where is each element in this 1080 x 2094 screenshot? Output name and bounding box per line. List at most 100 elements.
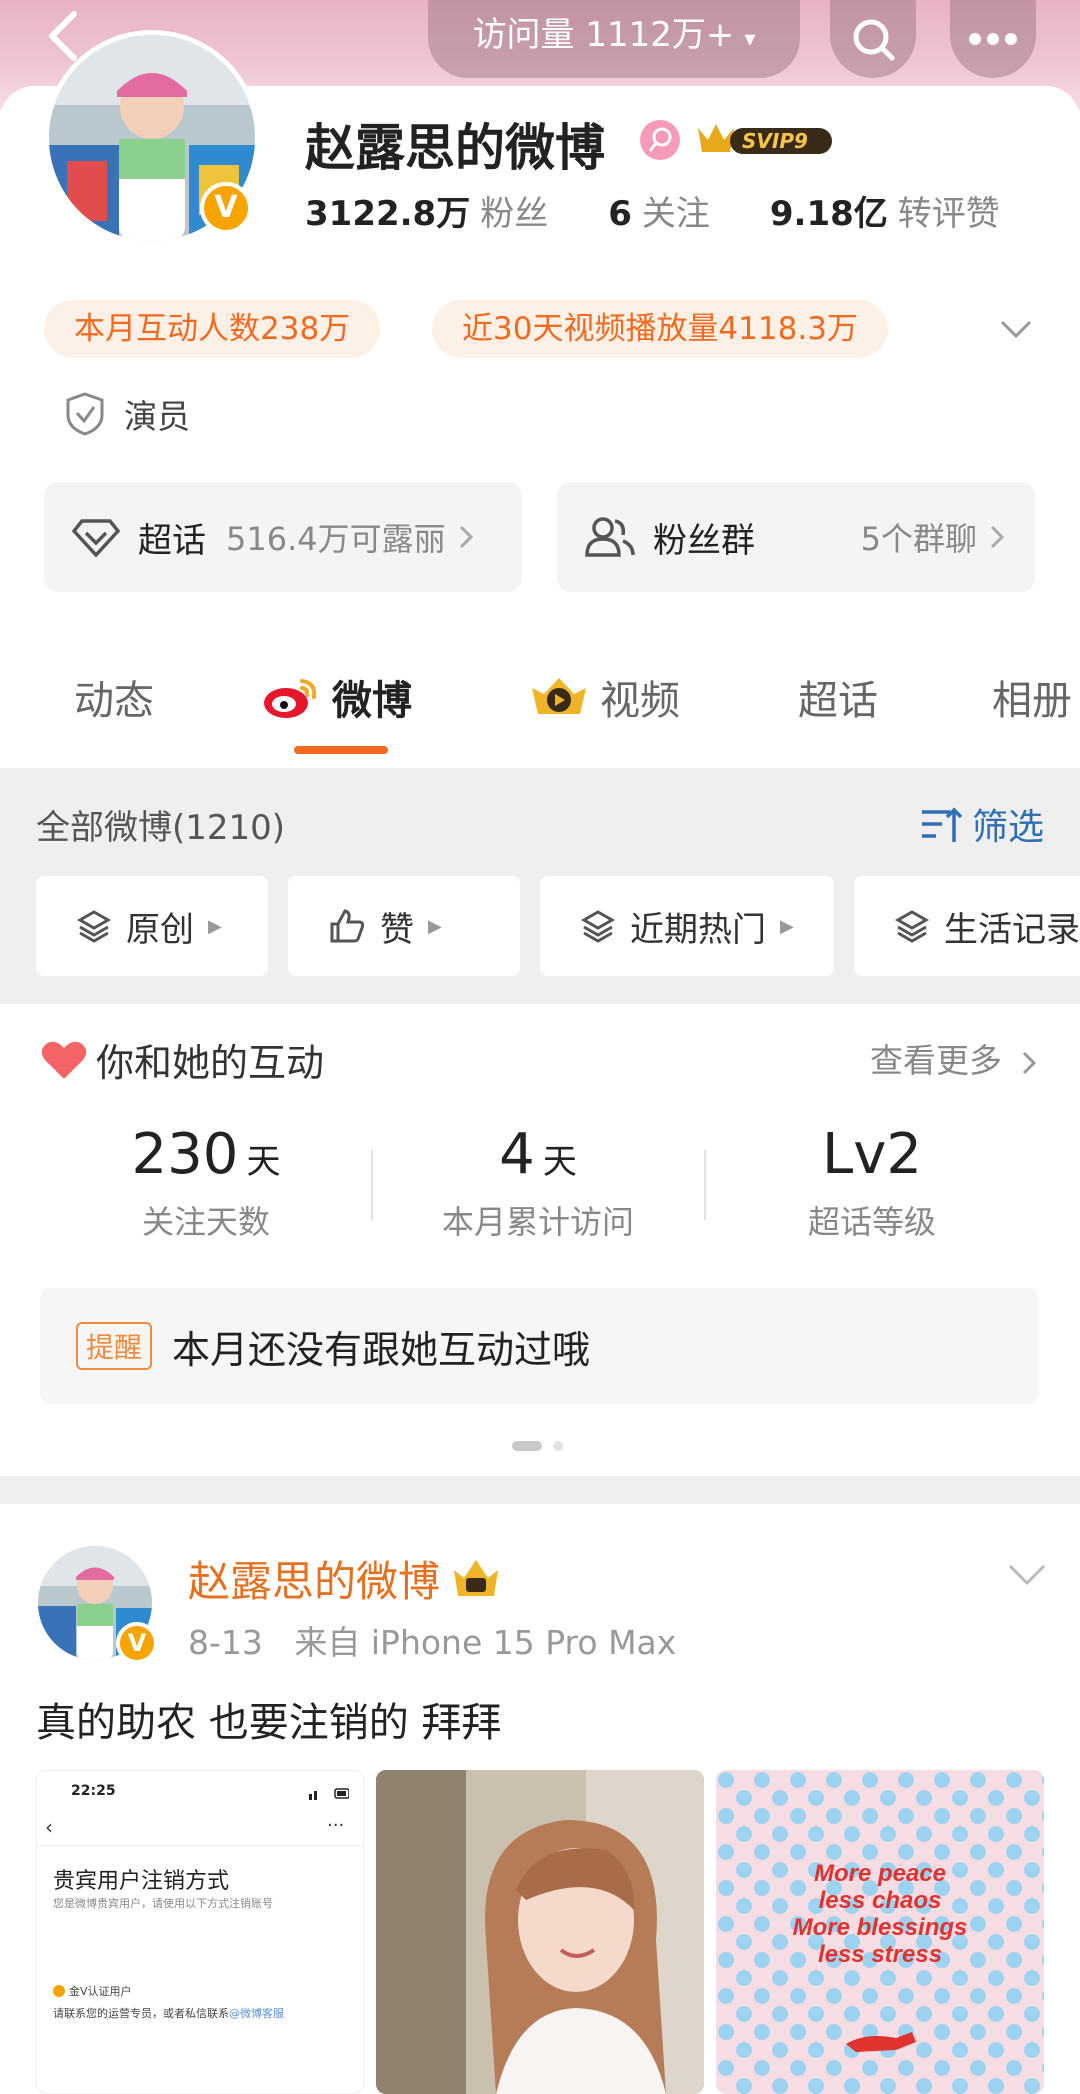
metric-monthly-visits-unit: 天: [542, 1142, 577, 1182]
post-image-1[interactable]: 22:25 ‹ ··· 贵宾用户注销方式 您是微博贵宾用户，请使用以下方式注销账…: [36, 1770, 364, 2094]
more-dots-icon: ···: [327, 1815, 345, 1836]
portrait-photo: [376, 1770, 704, 2094]
metric-follow-days-label: 关注天数: [141, 1203, 270, 1241]
following-label: 关注: [641, 194, 710, 234]
monthly-interaction-pill[interactable]: 本月互动人数238万: [44, 300, 381, 358]
quote-line: More blessings: [792, 1914, 968, 1941]
chevron-right-icon: [459, 525, 473, 549]
status-icons: [309, 1785, 350, 1800]
divider: [704, 1150, 706, 1220]
chip-life-record[interactable]: 生活记录: [854, 876, 1080, 976]
all-weibo-count: 全部微博(1210): [36, 808, 286, 848]
video-plays-pill[interactable]: 近30天视频播放量4118.3万: [432, 300, 888, 358]
fans-count[interactable]: 3122.8万: [305, 194, 470, 234]
post-author-name-text: 赵露思的微博: [188, 1557, 441, 1606]
tab-album[interactable]: 相册: [992, 668, 1072, 726]
divider: [371, 1150, 373, 1220]
likes-label: 转评赞: [897, 194, 1000, 234]
tab-dynamics[interactable]: 动态: [74, 668, 154, 726]
screenshot-time: 22:25: [71, 1783, 116, 1799]
video-badge-icon: [532, 678, 586, 714]
layers-icon: [894, 910, 930, 943]
screenshot-title: 贵宾用户注销方式: [53, 1869, 230, 1894]
svip-badge[interactable]: SVIP9: [694, 118, 836, 160]
screenshot-contact: 请联系您的运营专员，或者私信联系@微博客服: [53, 2005, 284, 2021]
weibo-logo-icon: [264, 679, 317, 718]
fan-group-shortcut[interactable]: 粉丝群 5个群聊: [557, 482, 1035, 592]
metric-monthly-visits-num: 4: [499, 1122, 535, 1187]
reminder-banner[interactable]: 提醒 本月还没有跟她互动过哦: [40, 1288, 1038, 1404]
see-more-label: 查看更多: [870, 1041, 1002, 1080]
likes-count: 9.18亿: [769, 194, 888, 234]
tab-video[interactable]: 视频: [530, 668, 680, 726]
following-count[interactable]: 6: [608, 194, 632, 234]
post-source: 来自 iPhone 15 Pro Max: [294, 1623, 677, 1662]
layers-icon: [580, 910, 616, 943]
tab-weibo-label: 微博: [332, 678, 412, 724]
quote-line: More peace: [813, 1860, 947, 1887]
profession-tag: 演员: [64, 390, 190, 438]
chip-recent-hot[interactable]: 近期热门 ▶: [540, 876, 834, 976]
chevron-down-icon: [1008, 1564, 1046, 1586]
quote-line: less stress: [817, 1941, 943, 1968]
chip-liked-label: 赞: [380, 909, 414, 950]
tab-weibo[interactable]: 微博: [262, 668, 412, 726]
quote-text: More peace less chaos More blessings les…: [716, 1860, 1044, 1968]
filter-button[interactable]: 筛选: [920, 798, 1044, 850]
metric-monthly-visits: 4天 本月累计访问: [388, 1122, 688, 1243]
caret-down-icon: ▾: [744, 27, 756, 52]
shield-check-icon: [66, 392, 104, 436]
filter-sort-icon: [922, 807, 963, 842]
metric-supertopic-level: Lv2 超话等级: [722, 1122, 1022, 1243]
quote-line: less chaos: [818, 1887, 942, 1914]
filter-label: 筛选: [972, 807, 1045, 848]
divider: [37, 1845, 363, 1846]
chip-liked[interactable]: 赞 ▶: [288, 876, 520, 976]
chevron-down-icon: [1000, 320, 1032, 339]
female-icon: [640, 120, 680, 160]
chip-life-record-label: 生活记录: [944, 909, 1080, 950]
interaction-title: 你和她的互动: [40, 1032, 324, 1087]
visits-dropdown[interactable]: 访问量 1112万+ ▾: [428, 0, 800, 78]
tab-supertopic[interactable]: 超话: [798, 668, 878, 726]
chevron-right-icon: [990, 525, 1005, 549]
post-image-3[interactable]: More peace less chaos More blessings les…: [716, 1770, 1044, 2094]
search-icon: [853, 19, 895, 61]
metric-supertopic-level-num: Lv2: [822, 1122, 922, 1187]
back-arrow-icon: ‹: [45, 1815, 53, 1839]
profile-name: 赵露思的微博: [305, 119, 605, 177]
post-author-name[interactable]: 赵露思的微博: [188, 1548, 502, 1609]
screenshot-gold-v-label: 金V认证用户: [69, 1985, 132, 1998]
post-meta: 8-13 来自 iPhone 15 Pro Max: [188, 1616, 676, 1664]
post-image-2[interactable]: [376, 1770, 704, 2094]
heart-icon: [41, 1041, 87, 1079]
svip-crown-icon: SVIP9: [698, 124, 832, 154]
supertopic-title: 超话: [138, 520, 206, 561]
verified-v-badge: V: [116, 1622, 158, 1664]
active-tab-indicator: [294, 746, 388, 754]
svg-text:SVIP9: SVIP9: [742, 129, 808, 153]
triangle-right-icon: ▶: [780, 915, 794, 937]
expand-chevron-button[interactable]: [996, 310, 1036, 350]
post-options-button[interactable]: [1006, 1560, 1048, 1590]
verified-v-badge: V: [200, 182, 252, 234]
see-more-link[interactable]: 查看更多: [870, 1034, 1039, 1082]
profile-tabs: 动态 微博 视频 超话 相册: [0, 660, 1080, 760]
chip-recent-hot-label: 近期热门: [630, 909, 766, 950]
screenshot-link: @微博客服: [229, 2007, 284, 2020]
screenshot-gold-v: 金V认证用户: [53, 1983, 132, 1999]
metric-follow-days-num: 230: [131, 1122, 239, 1187]
more-dots-icon: [969, 33, 1017, 45]
thumbs-up-icon: [330, 909, 365, 943]
post-date: 8-13: [188, 1623, 263, 1662]
supertopic-shortcut[interactable]: 超话 516.4万可露丽: [44, 482, 522, 592]
metric-follow-days-unit: 天: [246, 1142, 281, 1182]
interaction-title-text: 你和她的互动: [96, 1041, 325, 1085]
carousel-dots: [512, 1438, 568, 1457]
chip-original[interactable]: 原创 ▶: [36, 876, 268, 976]
supertopic-sub: 516.4万可露丽: [226, 520, 446, 558]
screenshot-subtitle: 您是微博贵宾用户，请使用以下方式注销账号: [53, 1897, 273, 1910]
section-separator: [0, 1476, 1080, 1504]
layers-icon: [76, 910, 112, 943]
reminder-text: 本月还没有跟她互动过哦: [172, 1327, 591, 1372]
